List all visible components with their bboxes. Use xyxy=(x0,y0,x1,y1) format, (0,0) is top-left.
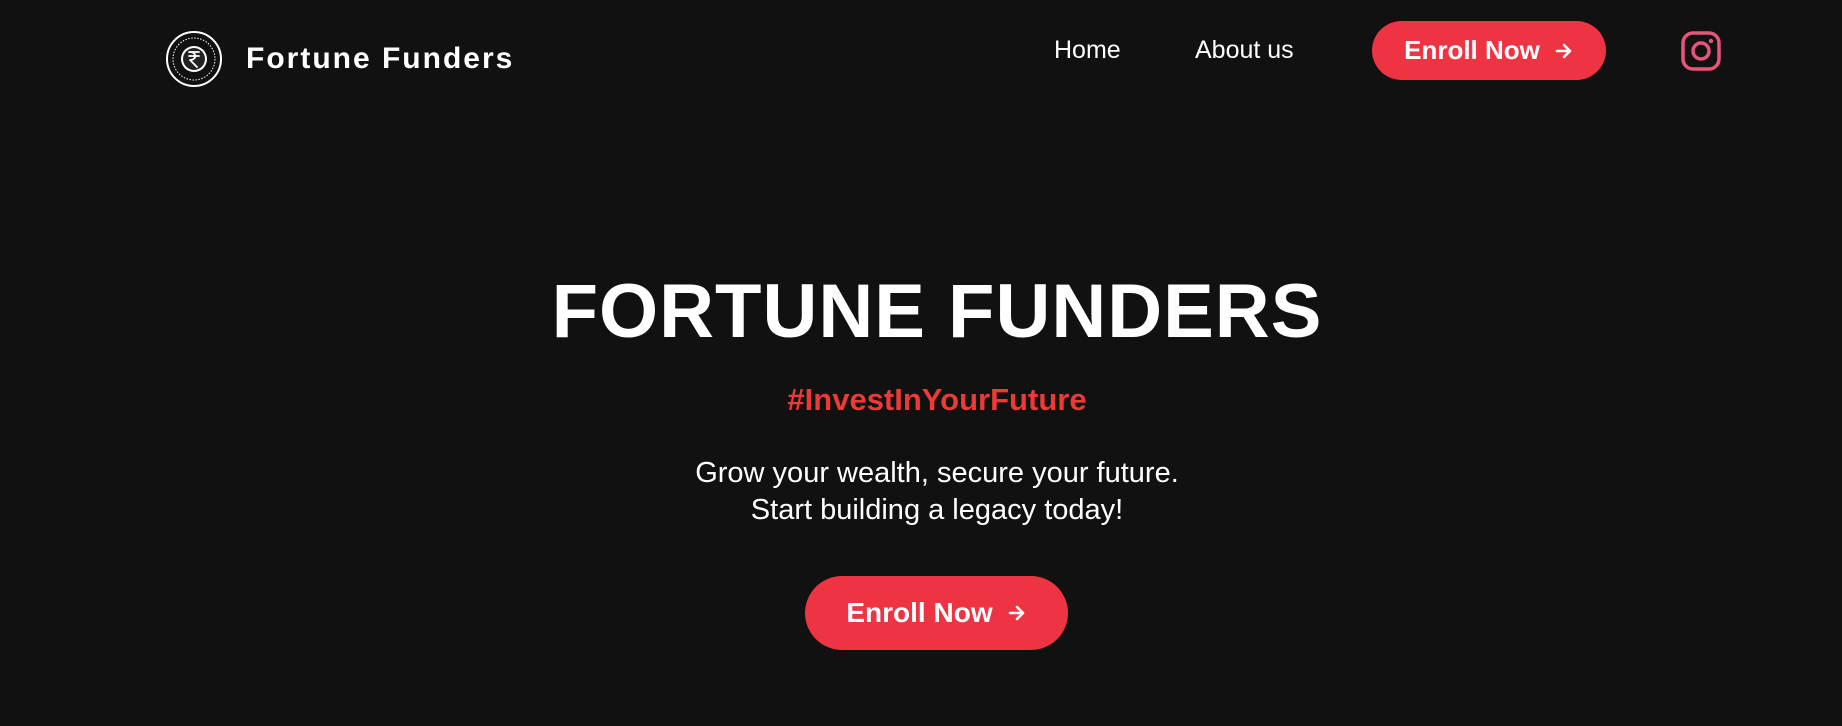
hero-tagline: #InvestInYourFuture xyxy=(787,382,1087,417)
brand-name: Fortune Funders xyxy=(246,42,515,75)
rupee-coin-logo-icon xyxy=(166,31,222,87)
hero-enroll-label: Enroll Now xyxy=(846,597,993,628)
header-enroll-button[interactable]: Enroll Now xyxy=(1372,21,1606,80)
header-enroll-label: Enroll Now xyxy=(1404,35,1540,65)
arrow-right-icon xyxy=(1555,43,1572,58)
site-header: Fortune Funders Home About us Enroll Now xyxy=(0,0,1842,110)
brand-home-link[interactable]: Fortune Funders xyxy=(166,31,514,87)
nav-home-link[interactable]: Home xyxy=(1054,34,1121,66)
nav-about-link[interactable]: About us xyxy=(1195,34,1294,66)
hero-description-line-1: Grow your wealth, secure your future. xyxy=(695,457,1179,489)
instagram-icon[interactable] xyxy=(1680,30,1722,72)
hero-enroll-button[interactable]: Enroll Now xyxy=(805,576,1068,650)
hero-title: FORTUNE FUNDERS xyxy=(551,269,1323,354)
landing-page: Fortune Funders Home About us Enroll Now… xyxy=(0,0,1842,726)
arrow-right-icon xyxy=(1008,605,1024,621)
hero-description: Grow your wealth, secure your future. St… xyxy=(0,455,1842,529)
hero-description-line-2: Start building a legacy today! xyxy=(750,494,1124,526)
